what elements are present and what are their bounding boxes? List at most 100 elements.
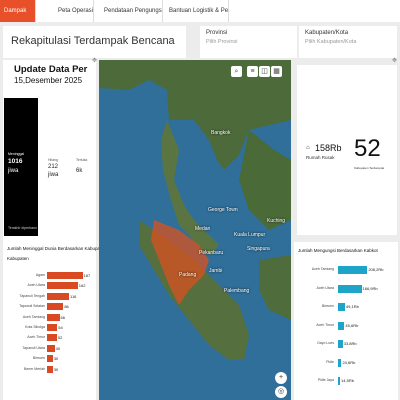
provinsi-select[interactable]: Pilih Provinsi <box>206 39 291 45</box>
map-label-bangkok: Bangkok <box>211 130 231 136</box>
eastern-land-shape <box>239 130 291 230</box>
bar[interactable] <box>338 377 341 385</box>
provinsi-filter[interactable]: Provinsi Pilih Provinsi <box>200 26 297 58</box>
bar-category-label: Aceh Tamiang <box>311 267 334 271</box>
pengungsi-chart-title: Jumlah Mengungsi Berdasarkan Kabkot <box>298 248 378 253</box>
layers-icon[interactable]: ≡ <box>247 66 258 77</box>
bar[interactable] <box>338 340 343 348</box>
bar[interactable] <box>47 282 78 290</box>
kabupaten-terdampak-label: Kabupaten Terdampak <box>354 166 385 170</box>
bar-value-label: 49,1Rb <box>345 304 359 309</box>
bar[interactable] <box>47 355 53 363</box>
bar-category-label: Gayo Lues <box>317 341 334 345</box>
bar[interactable] <box>47 272 83 279</box>
locate-icon[interactable]: ◎ <box>275 386 287 398</box>
bar-category-label: Pidie Jaya <box>317 378 334 382</box>
meninggal-card: Meninggal 1016 jiwa Terakhir diperbarui <box>4 98 38 236</box>
tab-dampak[interactable]: Dampak <box>0 0 36 22</box>
bar-value-label: 30 <box>53 366 59 372</box>
bar-category-label: Tapanuli Tengah <box>19 293 45 298</box>
bar-value-label: 208,2Rb <box>368 267 384 272</box>
bar[interactable] <box>47 313 60 321</box>
tab-bantuan-logistik[interactable]: Bantuan Logistik & Peralatan <box>165 0 229 22</box>
bar-value-label: 24,6Rb <box>342 359 356 365</box>
bar-category-label: Tapanuli Utara <box>22 345 45 350</box>
map-label-padang: Padang <box>179 272 197 278</box>
bar-category-label: Aceh Utara <box>27 283 45 288</box>
map-label-georgetown: George Town <box>208 207 238 213</box>
bar[interactable] <box>47 292 70 300</box>
map-label-medan: Medan <box>195 226 211 232</box>
bar-value-label: 66 <box>60 314 65 320</box>
bar[interactable] <box>338 321 345 330</box>
bar[interactable] <box>338 284 362 293</box>
map-label-kuching: Kuching <box>267 218 286 224</box>
search-icon[interactable]: ⌕ <box>231 66 242 77</box>
bar-value-label: 116 <box>70 293 77 299</box>
header: Rekapitulasi Terdampak Bencana Provinsi … <box>0 26 400 60</box>
bar[interactable] <box>47 303 64 311</box>
bar-category-label: Tapanuli Selatan <box>19 304 45 309</box>
hilang-value: 212 <box>48 164 59 170</box>
bar-category-label: Aceh Timur <box>27 335 45 340</box>
bar[interactable] <box>338 266 368 274</box>
bar-category-label: Pidie <box>326 359 334 364</box>
basemap-icon[interactable]: ◫ <box>259 66 270 77</box>
hilang-unit: jiwa <box>48 172 59 178</box>
zoom-in-icon[interactable]: + <box>275 372 287 384</box>
map-label-palembang: Palembang <box>224 288 250 294</box>
bar-value-label: 30 <box>53 356 59 362</box>
bar[interactable] <box>47 365 53 373</box>
last-updated-note: Terakhir diperbarui <box>8 226 37 230</box>
bar-value-label: 33,8Rb <box>343 341 357 346</box>
terluka-value: 6k <box>76 168 83 174</box>
bar-category-label: Aceh Timur <box>316 322 334 327</box>
map-label-singapura: Singapura <box>247 246 270 252</box>
bar-value-label: 162 <box>78 283 86 289</box>
house-icon: ⌂ <box>306 145 310 151</box>
tab-peta-operasi[interactable]: Peta Operasi <box>54 0 94 22</box>
update-title: Update Data Per <box>14 64 88 75</box>
kabupaten-filter[interactable]: Kabupaten/Kota Pilih Kabupaten/Kota <box>299 26 397 58</box>
hilang-label: Hilang <box>48 158 58 162</box>
rumah-rusak-value: 158Rb <box>315 143 342 153</box>
update-date: 15,Desember 2025 <box>14 76 83 85</box>
bar[interactable] <box>47 334 57 342</box>
provinsi-label: Provinsi <box>206 30 228 36</box>
bar-value-label: 187 <box>83 273 91 278</box>
bar-category-label: Aceh Utara <box>316 285 334 290</box>
meninggal-unit: jiwa <box>8 168 19 174</box>
bar-category-label: Kota Sibolga <box>25 325 45 329</box>
bar[interactable] <box>47 344 55 352</box>
bar-value-label: 14,5Rb <box>341 378 354 383</box>
grid-icon[interactable]: ▦ <box>271 66 282 77</box>
map-view[interactable]: Bangkok George Town Kuala Lumpur Singapu… <box>99 60 291 400</box>
bar-value-label: 54 <box>58 325 63 330</box>
tab-bar: Dampak Peta Operasi Pendataan Pengungsi … <box>0 0 400 22</box>
page-title-box: Rekapitulasi Terdampak Bencana <box>3 26 186 58</box>
meninggal-label: Meninggal <box>8 152 25 156</box>
drag-handle-icon[interactable]: ✥ <box>92 57 97 64</box>
bar-category-label: Bireuen <box>32 356 45 361</box>
terluka-label: Terluka <box>76 158 88 162</box>
borneo-shape <box>259 255 291 320</box>
page-title: Rekapitulasi Terdampak Bencana <box>11 35 175 47</box>
kabupaten-select[interactable]: Pilih Kabupaten/Kota <box>305 39 391 45</box>
tab-pendataan-pengungsi[interactable]: Pendataan Pengungsi Terpi <box>100 0 163 22</box>
meninggal-value: 1016 <box>8 158 23 165</box>
bar-category-label: Bener Meriah <box>23 366 45 371</box>
bar-value-label: 52 <box>57 335 63 341</box>
map-label-pekanbaru: Pekanbaru <box>199 250 224 256</box>
map-label-kualalumpur: Kuala Lumpur <box>234 232 266 238</box>
bar[interactable] <box>338 358 342 367</box>
bar-value-label: 40 <box>55 345 61 351</box>
meninggal-chart-title: Jumlah Meninggal Dunia Berdasarkan Kabup… <box>7 246 107 251</box>
bar[interactable] <box>338 303 345 311</box>
kpi-card: ⌂ 158Rb Rumah Rusak 52 Kabupaten Terdamp… <box>297 65 397 235</box>
bar[interactable] <box>47 324 58 331</box>
bar-category-label: Bireuen <box>321 304 334 308</box>
drag-handle-icon[interactable]: ✥ <box>392 57 397 64</box>
bar-value-label: 86 <box>64 304 69 310</box>
map-label-jambi: Jambi <box>209 268 223 274</box>
bar-category-label: Aceh Tamiang <box>22 314 45 319</box>
